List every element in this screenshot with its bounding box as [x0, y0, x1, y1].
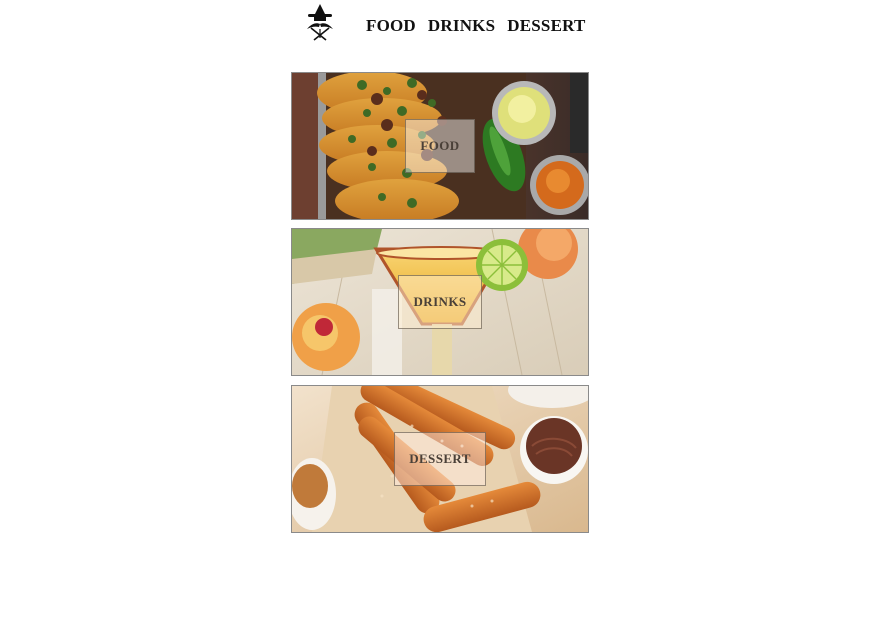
dessert-card[interactable]: DESSERT [291, 385, 589, 533]
nav-link-drinks[interactable]: DRINKS [428, 15, 495, 37]
main-nav: FOOD DRINKS DESSERT [366, 15, 586, 37]
logo-link[interactable] [302, 2, 338, 42]
site-header: FOOD DRINKS DESSERT [0, 0, 881, 52]
nav-link-dessert[interactable]: DESSERT [507, 15, 585, 37]
food-card-label: FOOD [405, 119, 475, 173]
food-card[interactable]: FOOD [291, 72, 589, 220]
sombrero-mustache-logo-icon [307, 4, 333, 41]
dessert-card-label: DESSERT [394, 432, 486, 486]
drinks-card-label: DRINKS [398, 275, 482, 329]
nav-link-food[interactable]: FOOD [366, 15, 416, 37]
drinks-card[interactable]: DRINKS [291, 228, 589, 376]
